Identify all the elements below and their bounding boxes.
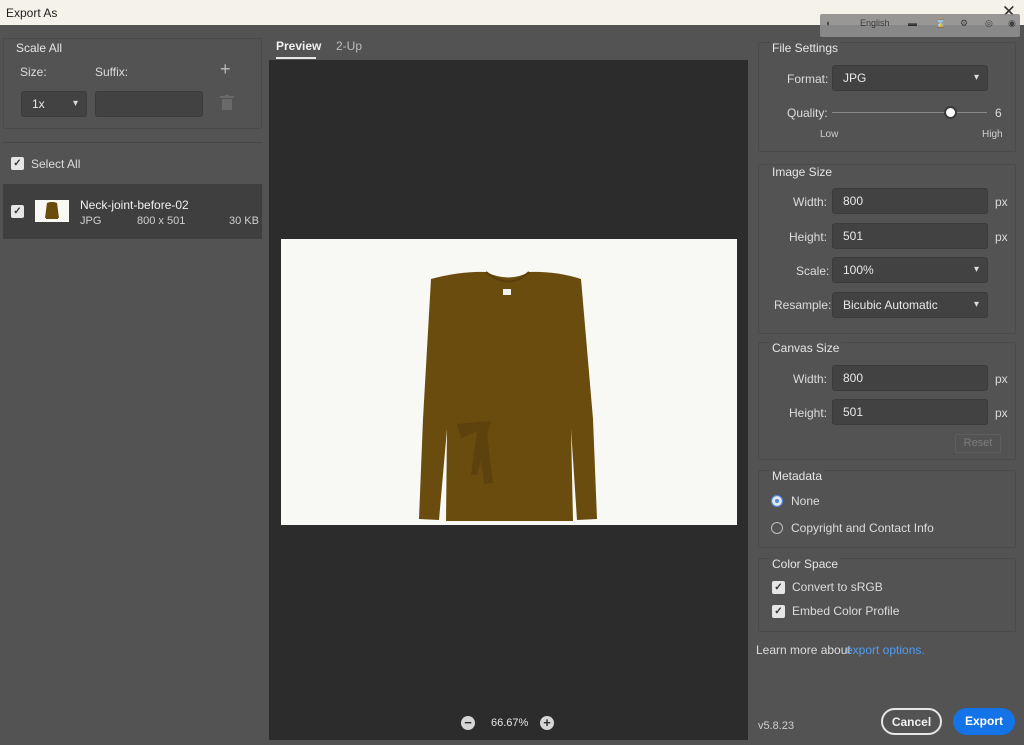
sweater-image bbox=[419, 271, 597, 521]
quality-slider-track[interactable] bbox=[832, 112, 987, 113]
canvas-height-label: Height: bbox=[789, 406, 828, 420]
metadata-none-radio[interactable] bbox=[771, 495, 783, 507]
app-icon: ◐ bbox=[826, 18, 832, 28]
canvas-size-title: Canvas Size bbox=[770, 341, 842, 355]
image-height-label: Height: bbox=[789, 230, 828, 244]
zoom-in-icon[interactable]: + bbox=[540, 716, 554, 730]
size-value: 1x bbox=[32, 97, 45, 111]
canvas-height-unit: px bbox=[995, 406, 1008, 420]
image-width-label: Width: bbox=[793, 195, 828, 209]
asset-filesize: 30 KB bbox=[229, 215, 259, 227]
size-label: Size: bbox=[20, 65, 47, 79]
tab-preview[interactable]: Preview bbox=[276, 39, 321, 53]
quality-value: 6 bbox=[995, 106, 1002, 120]
network-icon: ▬ bbox=[908, 18, 917, 28]
quality-label: Quality: bbox=[787, 106, 828, 120]
embed-profile-label: Embed Color Profile bbox=[792, 604, 900, 618]
quality-low-label: Low bbox=[820, 129, 839, 140]
zoom-out-icon[interactable]: − bbox=[461, 716, 475, 730]
canvas-width-label: Width: bbox=[793, 372, 828, 386]
suffix-label: Suffix: bbox=[95, 65, 129, 79]
file-settings-section bbox=[758, 42, 1016, 152]
chevron-down-icon: ▾ bbox=[973, 264, 979, 275]
suffix-input[interactable] bbox=[95, 91, 203, 117]
system-tray: ◐ English ▬ ⌛ ⚙ ◎ ◉ bbox=[820, 14, 1020, 37]
image-height-unit: px bbox=[995, 230, 1008, 244]
hourglass-icon: ⌛ bbox=[935, 18, 947, 28]
image-width-input[interactable]: 800 bbox=[832, 188, 988, 214]
divider bbox=[3, 142, 262, 143]
format-select[interactable]: JPG ▾ bbox=[832, 65, 988, 91]
resample-label: Resample: bbox=[774, 298, 832, 312]
scale-select[interactable]: 100% ▾ bbox=[832, 257, 988, 283]
chevron-down-icon: ▾ bbox=[973, 72, 979, 83]
quality-slider-thumb[interactable] bbox=[943, 106, 957, 119]
asset-row[interactable]: ✓ Neck-joint-before-02 JPG 800 x 501 30 … bbox=[3, 184, 262, 239]
version-label: v5.8.23 bbox=[758, 720, 795, 732]
quality-high-label: High bbox=[982, 129, 1003, 140]
convert-srgb-label: Convert to sRGB bbox=[792, 580, 883, 594]
image-height-input[interactable]: 501 bbox=[832, 223, 988, 249]
tab-active-indicator bbox=[276, 57, 316, 59]
embed-profile-checkbox[interactable]: ✓ bbox=[772, 605, 785, 618]
color-space-title: Color Space bbox=[770, 557, 841, 571]
browser-icon: ◎ bbox=[985, 18, 993, 28]
metadata-none-label: None bbox=[791, 494, 820, 508]
convert-srgb-checkbox[interactable]: ✓ bbox=[772, 581, 785, 594]
resample-value: Bicubic Automatic bbox=[843, 298, 938, 312]
size-select[interactable]: 1x ▾ bbox=[21, 91, 87, 117]
format-value: JPG bbox=[843, 71, 867, 85]
plus-icon[interactable]: + bbox=[220, 59, 231, 80]
canvas-width-input[interactable]: 800 bbox=[832, 365, 988, 391]
canvas-width-unit: px bbox=[995, 372, 1008, 386]
image-size-title: Image Size bbox=[770, 165, 835, 179]
chevron-down-icon: ▾ bbox=[973, 299, 979, 310]
scale-label: Scale: bbox=[796, 264, 830, 278]
scale-all-title: Scale All bbox=[16, 41, 63, 55]
export-button[interactable]: Export bbox=[953, 708, 1015, 735]
asset-format: JPG bbox=[80, 215, 102, 227]
image-width-unit: px bbox=[995, 195, 1008, 209]
asset-dimensions: 800 x 501 bbox=[137, 215, 186, 227]
cancel-button[interactable]: Cancel bbox=[881, 708, 942, 735]
preview-image bbox=[281, 239, 737, 525]
reset-button[interactable]: Reset bbox=[955, 434, 1001, 453]
asset-thumbnail bbox=[35, 200, 69, 222]
gear-icon: ⚙ bbox=[960, 18, 969, 28]
format-label: Format: bbox=[787, 72, 829, 86]
select-all-checkbox[interactable]: ✓ bbox=[11, 157, 24, 170]
window-title: Export As bbox=[6, 6, 58, 20]
metadata-title: Metadata bbox=[770, 469, 825, 483]
metadata-copyright-radio[interactable] bbox=[771, 522, 783, 534]
canvas-height-input[interactable]: 501 bbox=[832, 399, 988, 425]
zoom-level: 66.67% bbox=[491, 717, 529, 729]
asset-name: Neck-joint-before-02 bbox=[80, 198, 189, 212]
select-all-label: Select All bbox=[31, 157, 81, 171]
export-options-link[interactable]: export options. bbox=[846, 643, 925, 657]
asset-checkbox[interactable]: ✓ bbox=[11, 205, 24, 218]
scale-value: 100% bbox=[843, 263, 874, 277]
learn-more-text: Learn more about bbox=[756, 643, 851, 657]
chevron-down-icon: ▾ bbox=[72, 98, 78, 109]
language-indicator[interactable]: English bbox=[860, 18, 890, 28]
tab-2-up[interactable]: 2-Up bbox=[336, 39, 362, 53]
trash-icon[interactable] bbox=[220, 95, 234, 111]
file-settings-title: File Settings bbox=[770, 41, 841, 55]
resample-select[interactable]: Bicubic Automatic ▾ bbox=[832, 292, 988, 318]
app-icon-2: ◉ bbox=[1008, 18, 1016, 28]
metadata-copyright-label: Copyright and Contact Info bbox=[791, 521, 934, 535]
